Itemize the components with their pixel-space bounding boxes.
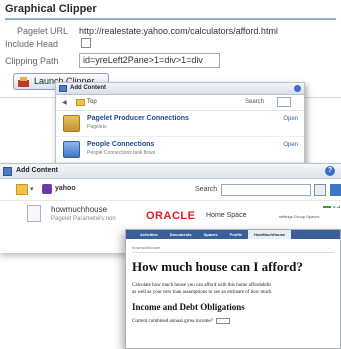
search-go-button[interactable] (277, 97, 291, 107)
title-divider (5, 18, 336, 20)
yahoo-folder-icon (42, 184, 52, 194)
calculator-body: howmuchhouse How much house can I afford… (126, 239, 340, 324)
dialog-icon (3, 167, 12, 176)
page-breadcrumb: howmuchhouse (132, 245, 334, 253)
dialog-toolbar: ▾ yahoo Search (0, 179, 341, 201)
header-links[interactable]: settings Group Spaces (279, 214, 319, 219)
tab-spaces[interactable]: Spaces (198, 230, 224, 239)
back-icon[interactable]: ◀ (62, 99, 67, 106)
open-link[interactable]: Open (283, 142, 298, 148)
pagelet-url-label: Pagelet URL (17, 26, 69, 36)
list-item[interactable]: People Connections People Connections ta… (56, 137, 304, 163)
search-label: Search (244, 99, 264, 105)
list-item-description: Pagelet Parameters:non (51, 216, 116, 222)
list-item-description: Pagelets (87, 124, 107, 130)
open-link[interactable]: Open (283, 116, 298, 122)
pagelet-url-value: http://realestate.yahoo.com/calculators/… (79, 26, 278, 36)
breadcrumb[interactable]: yahoo (42, 184, 76, 194)
breadcrumb-label: yahoo (55, 185, 76, 192)
income-input[interactable] (216, 318, 231, 324)
search-go-button[interactable] (314, 184, 326, 196)
panel-title: Graphical Clipper (5, 3, 97, 15)
list-item-name[interactable]: howmuchhouse (51, 205, 107, 214)
breadcrumb[interactable]: Top (76, 99, 97, 106)
close-icon[interactable] (294, 85, 301, 92)
clipping-path-input[interactable]: id=yreLeft2Pane>1=div>1=div (79, 53, 220, 68)
folder-up-icon[interactable] (16, 184, 28, 195)
intro-line-1: Calculate how much house you can afford … (132, 283, 271, 288)
oracle-header: ORACLE Home Space settings Group Spaces (146, 208, 341, 228)
dialog-title: Add Content (16, 167, 58, 174)
search-input[interactable] (221, 184, 311, 196)
dialog-titlebar: Add Content ? (0, 164, 341, 179)
include-head-checkbox[interactable] (81, 38, 91, 48)
filter-icon[interactable] (330, 184, 341, 196)
dialog-toolbar: ◀ Top Search (56, 95, 304, 111)
home-space-link[interactable]: Home Space (206, 212, 246, 219)
tab-bar: Activities Documents Spaces Profile HowM… (126, 230, 340, 239)
page-title: How much house can I afford? (132, 259, 303, 274)
dialog-titlebar: Add Content (56, 83, 304, 95)
tab-howmuchhouse[interactable]: HowMuchHouse (248, 230, 292, 239)
list-item-name[interactable]: Pagelet Producer Connections (87, 115, 189, 122)
tab-profile[interactable]: Profile (224, 230, 248, 239)
calculator-page: Activities Documents Spaces Profile HowM… (125, 229, 341, 349)
list-item-name[interactable]: People Connections (87, 141, 154, 148)
pagelet-folder-icon (63, 115, 80, 132)
search-label: Search (195, 186, 218, 193)
add-content-dialog-small: Add Content ◀ Top Search Pagelet Produce… (55, 82, 305, 164)
people-icon (63, 141, 80, 158)
breadcrumb-label: Top (87, 99, 97, 105)
chevron-down-icon[interactable]: ▾ (30, 185, 34, 193)
dialog-title: Add Content (70, 85, 106, 91)
list-item-description: People Connections task flows (87, 150, 156, 156)
include-head-label: Include Head (5, 39, 59, 49)
oracle-logo: ORACLE (146, 210, 196, 222)
dialog-icon (59, 85, 67, 92)
clipping-path-label: Clipping Path (5, 56, 59, 66)
tab-documents[interactable]: Documents (164, 230, 198, 239)
section-heading: Income and Debt Obligations (132, 302, 245, 312)
document-icon (27, 205, 41, 222)
help-icon[interactable]: ? (325, 166, 335, 176)
clipper-icon (18, 77, 29, 87)
intro-line-2: as well as your new loan assumptions to … (132, 290, 272, 295)
income-field-label: Current combined annual gross income? (132, 319, 213, 325)
list-item[interactable]: Pagelet Producer Connections Pagelets Op… (56, 111, 304, 137)
income-field-row: Current combined annual gross income? (132, 318, 334, 324)
folder-icon (76, 99, 85, 106)
tab-activities[interactable]: Activities (134, 230, 164, 239)
screenshot-collage: Graphical Clipper Pagelet URL http://rea… (0, 0, 341, 349)
